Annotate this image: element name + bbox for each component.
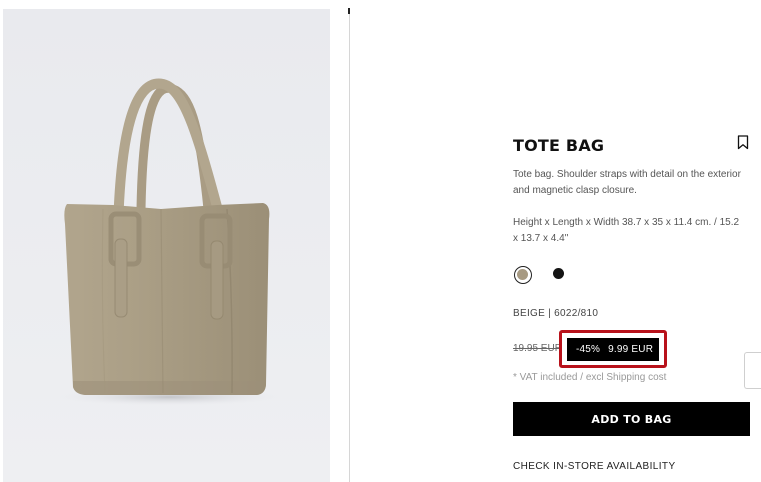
discount-percent: -45% <box>576 344 601 355</box>
color-reference: BEIGE | 6022/810 <box>513 308 599 319</box>
product-description: Tote bag. Shoulder straps with detail on… <box>513 169 741 196</box>
bookmark-icon[interactable] <box>737 135 749 150</box>
product-title: TOTE BAG <box>513 136 605 155</box>
product-dimensions: Height x Length x Width 38.7 x 35 x 11.4… <box>513 217 740 244</box>
sale-price: 9.99 EUR <box>608 344 654 355</box>
color-swatch-beige[interactable] <box>514 266 532 284</box>
column-divider <box>349 9 350 482</box>
check-store-availability-link[interactable]: CHECK IN-STORE AVAILABILITY <box>513 461 676 472</box>
sale-price-badge: -45% 9.99 EUR <box>567 338 659 361</box>
add-to-bag-button[interactable]: ADD TO BAG <box>513 402 750 436</box>
swatch-beige-fill <box>517 269 528 280</box>
color-swatch-black[interactable] <box>553 268 564 279</box>
divider-marker <box>348 8 350 14</box>
tote-bag-illustration <box>3 9 330 482</box>
side-panel-tab[interactable] <box>744 352 761 389</box>
vat-note: * VAT included / excl Shipping cost <box>513 372 667 383</box>
product-image[interactable] <box>3 9 330 482</box>
original-price: 19.95 EUR <box>513 343 562 354</box>
